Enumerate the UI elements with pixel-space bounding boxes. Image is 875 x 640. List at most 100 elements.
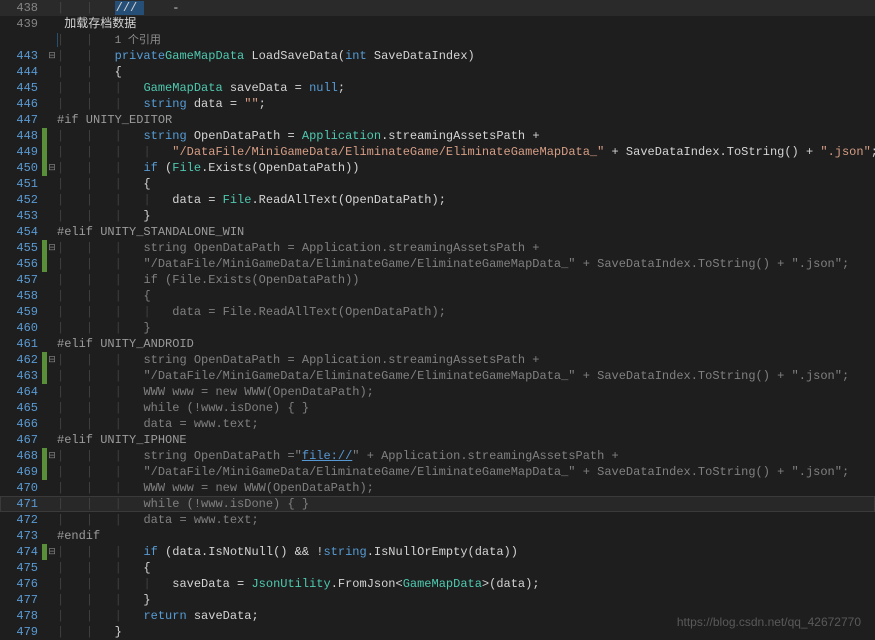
code-line[interactable]: 444| | { <box>0 64 875 80</box>
change-marker <box>42 16 47 32</box>
code-editor[interactable]: 438| | -439| | /// 加载存档数据| | 1 个引用443⊟| … <box>0 0 875 640</box>
code-content[interactable]: | | | while (!www.isDone) { } <box>57 496 875 512</box>
line-number: 479 <box>0 624 42 640</box>
code-content[interactable]: | | | "/DataFile/MiniGameData/EliminateG… <box>57 256 875 272</box>
code-line[interactable]: 452| | | | data = File.ReadAllText(OpenD… <box>0 192 875 208</box>
change-marker <box>42 96 47 112</box>
change-marker <box>42 624 47 640</box>
code-line[interactable]: | | 1 个引用 <box>0 32 875 48</box>
code-line[interactable]: 460| | | } <box>0 320 875 336</box>
code-line[interactable]: 463| | | "/DataFile/MiniGameData/Elimina… <box>0 368 875 384</box>
code-content[interactable]: | | 1 个引用 <box>57 32 875 49</box>
code-line[interactable]: 457| | | if (File.Exists(OpenDataPath)) <box>0 272 875 288</box>
code-line[interactable]: 453 | | | } <box>0 208 875 224</box>
change-marker <box>42 0 47 16</box>
code-line[interactable]: 476| | | | saveData = JsonUtility.FromJs… <box>0 576 875 592</box>
code-content[interactable]: | | | string OpenDataPath = Application.… <box>57 352 875 368</box>
code-content[interactable]: | | | { <box>57 560 875 576</box>
code-content[interactable]: | | { <box>57 64 875 80</box>
url-link[interactable]: file:// <box>302 449 352 463</box>
code-content[interactable]: | | | GameMapData saveData = null; <box>57 80 875 96</box>
fold-toggle[interactable]: ⊟ <box>47 160 57 176</box>
line-number: 461 <box>0 336 42 352</box>
line-number: 450 <box>0 160 42 176</box>
code-line[interactable]: 459| | | | data = File.ReadAllText(OpenD… <box>0 304 875 320</box>
code-content[interactable]: | | | data = www.text; <box>57 416 875 432</box>
code-line[interactable]: 449| | | | "/DataFile/MiniGameData/Elimi… <box>0 144 875 160</box>
code-line[interactable]: 447#if UNITY_EDITOR <box>0 112 875 128</box>
code-content[interactable]: #if UNITY_EDITOR <box>57 112 875 128</box>
code-content[interactable]: | | | } <box>57 208 875 224</box>
code-content[interactable]: | | | data = www.text; <box>57 512 875 528</box>
code-line[interactable]: 439| | /// 加载存档数据 <box>0 16 875 32</box>
code-content[interactable]: | | | "/DataFile/MiniGameData/EliminateG… <box>57 368 875 384</box>
codelens[interactable]: 1 个引用 <box>115 35 161 47</box>
change-marker <box>42 416 47 432</box>
code-line[interactable]: 456| | | "/DataFile/MiniGameData/Elimina… <box>0 256 875 272</box>
code-content[interactable]: | | | string OpenDataPath = Application.… <box>57 128 875 144</box>
line-number: 443 <box>0 48 42 64</box>
code-line[interactable]: 448| | | string OpenDataPath = Applicati… <box>0 128 875 144</box>
code-line[interactable]: 466| | | data = www.text; <box>0 416 875 432</box>
change-marker <box>42 304 47 320</box>
code-content[interactable]: #elif UNITY_STANDALONE_WIN <box>57 224 875 240</box>
code-content[interactable]: | | | | data = File.ReadAllText(OpenData… <box>57 192 875 208</box>
code-line[interactable]: 469| | | "/DataFile/MiniGameData/Elimina… <box>0 464 875 480</box>
fold-toggle[interactable]: ⊟ <box>47 240 57 256</box>
code-content[interactable]: | | | } <box>57 592 875 608</box>
code-line[interactable]: 474⊟| | | if (data.IsNotNull() && !strin… <box>0 544 875 560</box>
code-content[interactable]: | | | "/DataFile/MiniGameData/EliminateG… <box>57 464 875 480</box>
code-line[interactable]: 443 ⊟| | privateGameMapData LoadSaveData(… <box>0 48 875 64</box>
line-number: 453 <box>0 208 42 224</box>
code-content[interactable]: | | privateGameMapData LoadSaveData(int … <box>57 48 875 64</box>
code-line[interactable]: 473#endif <box>0 528 875 544</box>
line-number: 451 <box>0 176 42 192</box>
code-line[interactable]: 472| | | data = www.text; <box>0 512 875 528</box>
code-line[interactable]: 450 ⊟| | | if (File.Exists(OpenDataPath)) <box>0 160 875 176</box>
code-content[interactable]: | | | if (File.Exists(OpenDataPath)) <box>57 160 875 176</box>
code-content[interactable]: | | | | "/DataFile/MiniGameData/Eliminat… <box>57 144 875 160</box>
code-content[interactable]: | | | WWW www = new WWW(OpenDataPath); <box>57 480 875 496</box>
code-line[interactable]: 461 #elif UNITY_ANDROID <box>0 336 875 352</box>
line-number: 464 <box>0 384 42 400</box>
code-content[interactable]: #elif UNITY_IPHONE <box>57 432 875 448</box>
code-content[interactable]: | | | if (data.IsNotNull() && !string.Is… <box>57 544 875 560</box>
code-content[interactable]: | | | | data = File.ReadAllText(OpenData… <box>57 304 875 320</box>
fold-toggle[interactable]: ⊟ <box>47 448 57 464</box>
code-content[interactable]: | | | | saveData = JsonUtility.FromJson<… <box>57 576 875 592</box>
code-line[interactable]: 455⊟| | | string OpenDataPath = Applicat… <box>0 240 875 256</box>
code-content[interactable]: #elif UNITY_ANDROID <box>57 336 875 352</box>
code-line[interactable]: 462⊟| | | string OpenDataPath = Applicat… <box>0 352 875 368</box>
change-marker <box>42 32 47 48</box>
code-content[interactable]: | | | string OpenDataPath = Application.… <box>57 240 875 256</box>
code-line[interactable]: 471| | | while (!www.isDone) { } <box>0 496 875 512</box>
change-marker <box>42 480 47 496</box>
code-line[interactable]: 477| | | } <box>0 592 875 608</box>
code-content[interactable]: | | | { <box>57 288 875 304</box>
code-line[interactable]: 445| | | GameMapData saveData = null; <box>0 80 875 96</box>
code-line[interactable]: 465| | | while (!www.isDone) { } <box>0 400 875 416</box>
change-marker <box>42 512 47 528</box>
code-content[interactable]: | | | WWW www = new WWW(OpenDataPath); <box>57 384 875 400</box>
code-content[interactable]: | | | string data = ""; <box>57 96 875 112</box>
code-content[interactable]: | | | string OpenDataPath ="file://" + A… <box>57 448 875 464</box>
code-line[interactable]: 470| | | WWW www = new WWW(OpenDataPath)… <box>0 480 875 496</box>
code-line[interactable]: 464 | | | WWW www = new WWW(OpenDataPath)… <box>0 384 875 400</box>
fold-toggle[interactable]: ⊟ <box>47 48 57 64</box>
change-marker <box>42 288 47 304</box>
code-line[interactable]: 467#elif UNITY_IPHONE <box>0 432 875 448</box>
change-marker <box>42 64 47 80</box>
code-line[interactable]: 475| | | { <box>0 560 875 576</box>
code-line[interactable]: 468⊟| | | string OpenDataPath ="file://"… <box>0 448 875 464</box>
code-content[interactable]: | | | { <box>57 176 875 192</box>
code-line[interactable]: 454#elif UNITY_STANDALONE_WIN <box>0 224 875 240</box>
code-content[interactable]: | | | if (File.Exists(OpenDataPath)) <box>57 272 875 288</box>
fold-toggle[interactable]: ⊟ <box>47 544 57 560</box>
code-content[interactable]: | | | while (!www.isDone) { } <box>57 400 875 416</box>
code-content[interactable]: | | | } <box>57 320 875 336</box>
code-line[interactable]: 446| | | string data = ""; <box>0 96 875 112</box>
code-line[interactable]: 458| | | { <box>0 288 875 304</box>
fold-toggle[interactable]: ⊟ <box>47 352 57 368</box>
code-content[interactable]: #endif <box>57 528 875 544</box>
code-line[interactable]: 451 | | | { <box>0 176 875 192</box>
